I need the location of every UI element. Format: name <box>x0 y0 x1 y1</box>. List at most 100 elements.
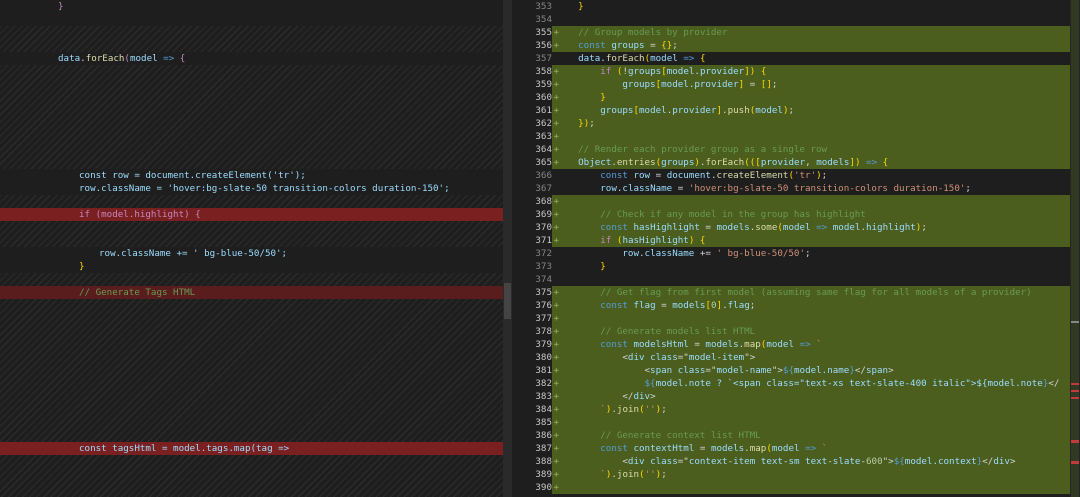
line-number: 379 <box>535 339 552 350</box>
code-text: const modelsHtml = models.map(model => ` <box>600 339 822 350</box>
code-text: if (hasHighlight) { <box>600 235 706 246</box>
added-marker: + <box>553 196 559 207</box>
line-number: 365 <box>535 157 552 168</box>
code-text: } <box>600 261 606 272</box>
diff-original-pane[interactable]: } data.forEach(model => { const row = do… <box>0 0 503 497</box>
line-number: 384 <box>535 404 552 415</box>
added-line: 383 + </div> <box>512 390 1070 403</box>
code-line: 367 row.className = 'hover:bg-slate-50 t… <box>512 182 1070 195</box>
overview-added-region <box>1071 0 1079 497</box>
code-text: const row = document.createElement('tr')… <box>600 170 828 181</box>
overview-change-marker <box>1071 461 1079 464</box>
line-number: 366 <box>535 170 552 181</box>
line-number-gutter: 363 + <box>512 130 564 143</box>
code-text: <div class="model-item"> <box>556 352 756 363</box>
added-line: 355 + // Group models by provider <box>512 26 1070 39</box>
code-text: if (!groups[model.provider]) { <box>600 66 767 77</box>
overview-change-marker <box>1071 390 1079 392</box>
code-text: const hasHighlight = models.some(model =… <box>600 222 927 233</box>
line-number: 363 <box>535 131 552 142</box>
added-line: 363 + <box>512 130 1070 143</box>
line-number-gutter: 368 + <box>512 195 564 208</box>
diff-filler <box>0 195 503 208</box>
code-text: }); <box>578 118 595 129</box>
deleted-line: if (model.highlight) { <box>0 208 503 221</box>
added-line: 361 + groups[model.provider].push(model); <box>512 104 1070 117</box>
line-number: 390 <box>535 482 552 493</box>
added-line: 369 + // Check if any model in the group … <box>512 208 1070 221</box>
line-number: 376 <box>535 300 552 311</box>
code-text: data.forEach(model => { <box>58 53 186 64</box>
code-text: Object.entries(groups).forEach(([provide… <box>578 157 889 168</box>
left-scrollbar-thumb[interactable] <box>504 283 511 319</box>
added-marker: + <box>553 482 559 493</box>
added-line: 375 + // Get flag from first model (assum… <box>512 286 1070 299</box>
code-text: } <box>79 261 85 272</box>
deleted-line: // Generate Tags HTML <box>0 286 503 299</box>
code-line: 354 <box>512 13 1070 26</box>
added-line: 377 + <box>512 312 1070 325</box>
added-line-bg <box>552 130 1070 143</box>
line-number: 385 <box>535 417 552 428</box>
code-text: // Get flag from first model (assuming s… <box>556 287 1032 298</box>
code-text: if (model.highlight) { <box>79 209 201 220</box>
pane-divider[interactable] <box>503 0 512 497</box>
line-number-gutter: 354 <box>512 13 564 26</box>
diff-filler <box>0 65 503 169</box>
line-number: 355 <box>535 27 552 38</box>
added-line: 380 + <div class="model-item"> <box>512 351 1070 364</box>
code-text: row.className += ' bg-blue-50/50'; <box>622 248 811 259</box>
line-number-gutter: 377 + <box>512 312 564 325</box>
added-line-bg <box>552 117 1070 130</box>
added-line: 358 + if (!groups[model.provider]) { <box>512 65 1070 78</box>
deleted-line: const tagsHtml = model.tags.map(tag => <box>0 442 503 455</box>
code-line: row.className = 'hover:bg-slate-50 trans… <box>0 182 503 195</box>
added-line: 384 + `).join(''); <box>512 403 1070 416</box>
added-line: 360 + } <box>512 91 1070 104</box>
added-line: 371 + if (hasHighlight) { <box>512 234 1070 247</box>
added-line: 378 + // Generate models list HTML <box>512 325 1070 338</box>
code-line: row.className += ' bg-blue-50/50'; <box>0 247 503 260</box>
code-line: 373 } <box>512 260 1070 273</box>
line-number: 378 <box>535 326 552 337</box>
diff-modified-pane[interactable]: 353 } 354 355 + // Group models by provider… <box>512 0 1070 497</box>
diff-filler <box>0 299 503 442</box>
code-line: const row = document.createElement('tr')… <box>0 169 503 182</box>
line-number: 381 <box>535 365 552 376</box>
overview-change-marker <box>1071 440 1079 443</box>
code-line: 357 data.forEach(model => { <box>512 52 1070 65</box>
line-number: 356 <box>535 40 552 51</box>
line-number: 388 <box>535 456 552 467</box>
overview-ruler[interactable] <box>1070 0 1080 497</box>
code-text: row.className = 'hover:bg-slate-50 trans… <box>79 183 450 194</box>
line-number: 361 <box>535 105 552 116</box>
code-text: } <box>600 92 606 103</box>
code-text: // Render each provider group as a singl… <box>556 144 828 155</box>
line-number: 371 <box>535 235 552 246</box>
code-line: 372 row.className += ' bg-blue-50/50'; <box>512 247 1070 260</box>
code-text: const contextHtml = models.map(model => … <box>600 443 828 454</box>
code-line: } <box>0 0 503 13</box>
line-number: 373 <box>535 261 552 272</box>
added-line-bg <box>552 416 1070 429</box>
line-number: 387 <box>535 443 552 454</box>
overview-change-marker <box>1071 397 1079 399</box>
code-text: const row = document.createElement('tr')… <box>79 170 306 181</box>
line-number: 372 <box>535 248 552 259</box>
added-marker: + <box>553 417 559 428</box>
line-number: 386 <box>535 430 552 441</box>
line-number: 380 <box>535 352 552 363</box>
added-line: 386 + // Generate context list HTML <box>512 429 1070 442</box>
code-line: 353 } <box>512 0 1070 13</box>
added-line-bg <box>552 481 1070 494</box>
code-line: data.forEach(model => { <box>0 52 503 65</box>
code-text: // Generate context list HTML <box>556 430 761 441</box>
line-number: 389 <box>535 469 552 480</box>
code-line: 366 const row = document.createElement('… <box>512 169 1070 182</box>
line-number: 370 <box>535 222 552 233</box>
code-text: data.forEach(model => { <box>578 53 706 64</box>
code-text: } <box>578 1 584 12</box>
line-number: 375 <box>535 287 552 298</box>
added-marker: + <box>553 131 559 142</box>
code-text: <div class="context-item text-sm text-sl… <box>556 456 1016 467</box>
